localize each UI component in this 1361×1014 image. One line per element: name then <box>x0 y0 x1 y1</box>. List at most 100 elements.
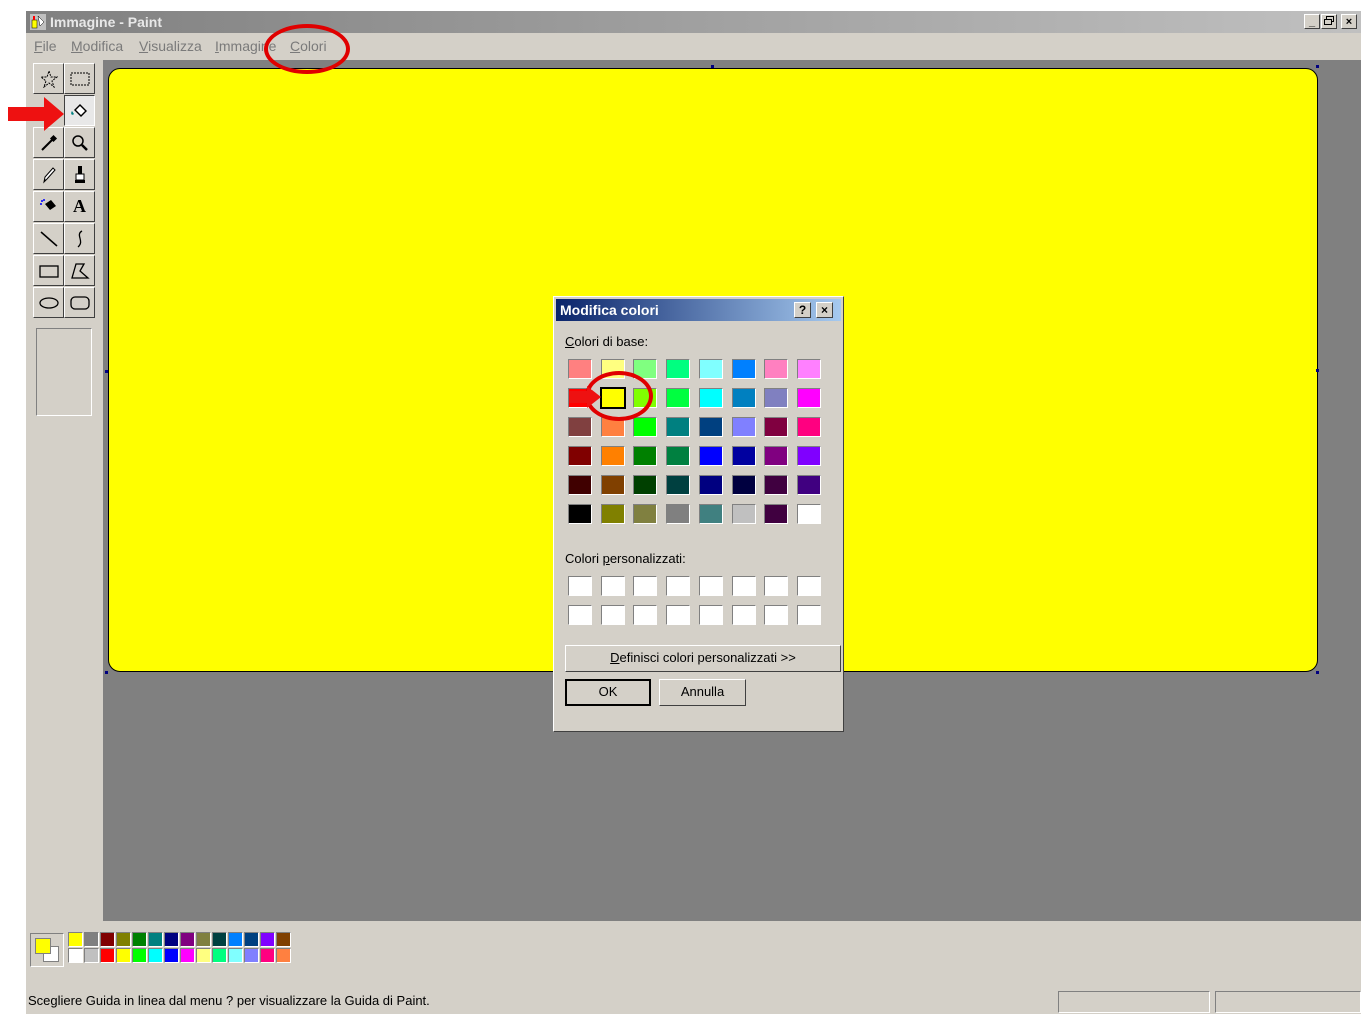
palette-swatch[interactable] <box>244 932 259 947</box>
magnifier-tool[interactable] <box>64 127 95 158</box>
basic-color-swatch[interactable] <box>600 446 625 466</box>
basic-color-swatch[interactable] <box>568 446 592 466</box>
palette-swatch[interactable] <box>68 948 83 963</box>
menu-visualizza[interactable]: Visualizza <box>139 38 202 54</box>
palette-swatch[interactable] <box>164 932 179 947</box>
basic-color-swatch[interactable] <box>568 359 592 379</box>
palette-swatch[interactable] <box>212 932 227 947</box>
palette-swatch[interactable] <box>196 932 211 947</box>
palette-swatch[interactable] <box>164 948 179 963</box>
basic-color-swatch[interactable] <box>568 417 592 437</box>
airbrush-tool[interactable] <box>33 191 64 222</box>
basic-color-swatch[interactable] <box>666 504 691 524</box>
custom-color-swatch[interactable] <box>698 605 723 625</box>
basic-color-swatch[interactable] <box>633 504 658 524</box>
custom-color-swatch[interactable] <box>698 576 723 596</box>
palette-swatch[interactable] <box>68 932 83 947</box>
basic-color-swatch[interactable] <box>666 388 691 408</box>
basic-color-swatch[interactable] <box>666 417 691 437</box>
basic-color-swatch[interactable] <box>698 504 723 524</box>
ellipse-tool[interactable] <box>33 287 64 318</box>
palette-swatch[interactable] <box>260 932 275 947</box>
custom-color-swatch[interactable] <box>764 605 789 625</box>
basic-color-swatch[interactable] <box>764 359 789 379</box>
basic-color-swatch[interactable] <box>698 388 723 408</box>
restore-button[interactable] <box>1321 14 1337 29</box>
custom-color-swatch[interactable] <box>731 576 756 596</box>
palette-swatch[interactable] <box>180 948 195 963</box>
menu-modifica[interactable]: Modifica <box>71 38 123 54</box>
palette-swatch[interactable] <box>148 932 163 947</box>
palette-swatch[interactable] <box>132 948 147 963</box>
custom-color-swatch[interactable] <box>764 576 789 596</box>
dialog-close-button[interactable]: × <box>816 302 833 318</box>
custom-color-swatch[interactable] <box>600 576 625 596</box>
resize-handle-bottom-right[interactable] <box>1316 671 1319 674</box>
basic-color-swatch[interactable] <box>731 359 756 379</box>
palette-swatch[interactable] <box>100 948 115 963</box>
custom-color-swatch[interactable] <box>568 605 592 625</box>
palette-swatch[interactable] <box>196 948 211 963</box>
polygon-tool[interactable] <box>64 255 95 286</box>
brush-tool[interactable] <box>64 159 95 190</box>
basic-color-swatch[interactable] <box>731 446 756 466</box>
rounded-rectangle-tool[interactable] <box>64 287 95 318</box>
pencil-tool[interactable] <box>33 159 64 190</box>
basic-color-swatch[interactable] <box>796 417 821 437</box>
rectangle-tool[interactable] <box>33 255 64 286</box>
palette-swatch[interactable] <box>244 948 259 963</box>
basic-color-swatch[interactable] <box>796 388 821 408</box>
custom-color-swatch[interactable] <box>666 605 691 625</box>
basic-color-swatch[interactable] <box>600 504 625 524</box>
basic-color-swatch[interactable] <box>796 359 821 379</box>
basic-color-swatch[interactable] <box>796 475 821 495</box>
basic-color-swatch[interactable] <box>731 388 756 408</box>
basic-color-swatch[interactable] <box>731 475 756 495</box>
minimize-button[interactable]: _ <box>1304 14 1320 29</box>
palette-swatch[interactable] <box>276 948 291 963</box>
basic-color-swatch[interactable] <box>666 446 691 466</box>
basic-color-swatch[interactable] <box>796 504 821 524</box>
basic-color-swatch[interactable] <box>666 359 691 379</box>
basic-color-swatch[interactable] <box>633 446 658 466</box>
palette-swatch[interactable] <box>212 948 227 963</box>
custom-color-swatch[interactable] <box>796 605 821 625</box>
resize-handle-right[interactable] <box>1316 369 1319 372</box>
palette-swatch[interactable] <box>132 932 147 947</box>
basic-color-swatch[interactable] <box>764 504 789 524</box>
basic-color-swatch[interactable] <box>666 475 691 495</box>
curve-tool[interactable] <box>64 223 95 254</box>
text-tool[interactable]: A <box>64 191 95 222</box>
palette-swatch[interactable] <box>84 948 99 963</box>
custom-color-swatch[interactable] <box>796 576 821 596</box>
palette-swatch[interactable] <box>228 932 243 947</box>
basic-color-swatch[interactable] <box>698 417 723 437</box>
palette-swatch[interactable] <box>116 932 131 947</box>
custom-color-swatch[interactable] <box>731 605 756 625</box>
basic-color-swatch[interactable] <box>764 417 789 437</box>
palette-swatch[interactable] <box>180 932 195 947</box>
custom-color-swatch[interactable] <box>666 576 691 596</box>
basic-color-swatch[interactable] <box>633 417 658 437</box>
palette-swatch[interactable] <box>276 932 291 947</box>
palette-swatch[interactable] <box>116 948 131 963</box>
tool-options-box[interactable] <box>36 328 92 416</box>
pick-color-tool[interactable] <box>33 127 64 158</box>
custom-color-swatch[interactable] <box>633 605 658 625</box>
basic-color-swatch[interactable] <box>731 417 756 437</box>
basic-color-swatch[interactable] <box>698 475 723 495</box>
basic-color-swatch[interactable] <box>568 504 592 524</box>
custom-color-swatch[interactable] <box>600 605 625 625</box>
menu-file[interactable]: File <box>34 38 57 54</box>
basic-color-swatch[interactable] <box>633 475 658 495</box>
basic-color-swatch[interactable] <box>600 475 625 495</box>
custom-color-swatch[interactable] <box>568 576 592 596</box>
cancel-button[interactable]: Annulla <box>659 679 746 706</box>
palette-swatch[interactable] <box>148 948 163 963</box>
basic-color-swatch[interactable] <box>796 446 821 466</box>
fill-with-color-tool[interactable] <box>64 95 95 126</box>
basic-color-swatch[interactable] <box>698 446 723 466</box>
basic-color-swatch[interactable] <box>698 359 723 379</box>
line-tool[interactable] <box>33 223 64 254</box>
palette-swatch[interactable] <box>228 948 243 963</box>
